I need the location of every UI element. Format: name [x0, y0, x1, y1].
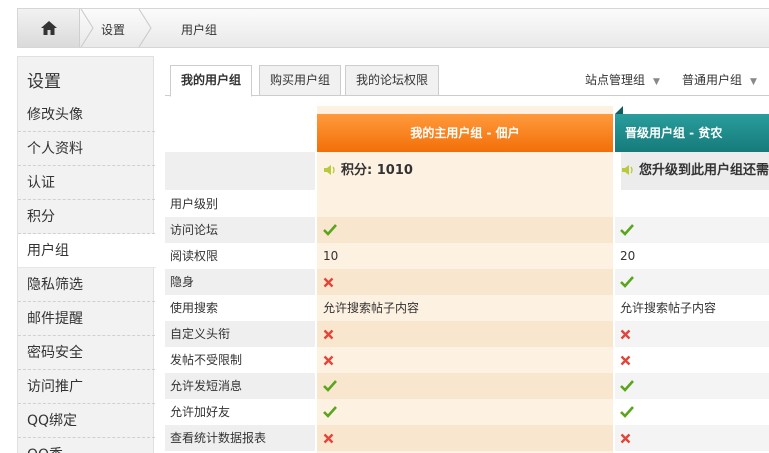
dropdown-label: 普通用户组: [682, 73, 743, 87]
main-group-value: [323, 321, 611, 347]
sidebar-item-qq-bind[interactable]: QQ绑定: [18, 404, 155, 438]
upgrade-group-value: [620, 217, 769, 243]
upgrade-group-header: 晋级用户组 - 贫农: [615, 114, 769, 152]
check-icon: [620, 224, 634, 236]
permission-label: 阅读权限: [170, 249, 219, 263]
upgrade-group-value: [620, 347, 769, 373]
check-icon: [323, 406, 337, 418]
chevron-down-icon: ▼: [750, 77, 757, 87]
upgrade-group-value: 允许搜索帖子内容: [620, 301, 717, 315]
main-group-value: [323, 425, 611, 451]
main-group-value: [323, 373, 611, 399]
check-icon: [323, 380, 337, 392]
sidebar-item-password[interactable]: 密码安全: [18, 336, 155, 370]
label-header-cell: [165, 152, 315, 190]
breadcrumb-settings-link[interactable]: 设置: [101, 21, 125, 38]
upgrade-group-requirement: 您升级到此用户组还需: [621, 152, 769, 190]
cross-icon: [323, 329, 334, 340]
main-group-value: 10: [323, 249, 339, 263]
main-group-value: [323, 399, 611, 425]
main-group-value: [323, 269, 611, 295]
sidebar-item-promotion[interactable]: 访问推广: [18, 370, 155, 404]
cross-icon: [323, 433, 334, 444]
permission-label: 使用搜索: [170, 301, 219, 315]
upgrade-group-value: [620, 399, 769, 425]
sidebar-item-credits[interactable]: 积分: [18, 200, 155, 234]
home-icon: [41, 21, 57, 35]
cross-icon: [323, 277, 334, 288]
main-group-value: [323, 347, 611, 373]
permission-label: 查看统计数据报表: [165, 425, 315, 451]
speaker-icon: [622, 165, 633, 175]
upgrade-group-value: [620, 269, 769, 295]
normal-user-group-dropdown[interactable]: 普通用户组 ▼: [682, 71, 757, 88]
sidebar-title: 设置: [27, 72, 61, 92]
upgrade-group-value: [620, 321, 769, 347]
dropdown-label: 站点管理组: [585, 73, 646, 87]
home-button[interactable]: [18, 9, 80, 47]
permission-label: 用户级别: [170, 197, 219, 211]
permission-label: 发帖不受限制: [170, 353, 243, 367]
cross-icon: [620, 355, 631, 366]
upgrade-group-value: [620, 191, 769, 217]
breadcrumb-separator: [80, 9, 94, 47]
check-icon: [620, 276, 634, 288]
score-text: 积分: 1010: [341, 163, 413, 178]
breadcrumb: 设置 用户组: [17, 8, 769, 48]
site-admin-group-dropdown[interactable]: 站点管理组 ▼: [585, 71, 660, 88]
upgrade-group-value: 20: [620, 249, 636, 263]
check-icon: [620, 406, 634, 418]
permission-label: 访问论坛: [165, 217, 315, 243]
breadcrumb-current: 用户组: [181, 23, 218, 37]
check-icon: [323, 224, 337, 236]
breadcrumb-separator: [138, 9, 152, 47]
requirement-text: 您升级到此用户组还需: [639, 163, 769, 178]
permission-label: 自定义头衔: [165, 321, 315, 347]
main-group-header: 我的主用户组 - 佃户: [317, 114, 613, 152]
permission-label: 隐身: [165, 269, 315, 295]
tab-my-usergroup[interactable]: 我的用户组: [170, 65, 253, 97]
check-icon: [620, 380, 634, 392]
tab-forum-permissions[interactable]: 我的论坛权限: [345, 65, 440, 96]
permission-label: 允许发短消息: [165, 373, 315, 399]
main-group-value: 允许搜索帖子内容: [323, 301, 420, 315]
sidebar-item-verify[interactable]: 认证: [18, 166, 155, 200]
cross-icon: [323, 355, 334, 366]
upgrade-group-value: [620, 373, 769, 399]
main-group-value: [323, 191, 611, 217]
tab-bar: 我的用户组 购买用户组 我的论坛权限 站点管理组 ▼ 普通用户组 ▼: [165, 61, 769, 97]
sidebar-item-qq-show[interactable]: QQ秀: [18, 438, 155, 453]
sidebar-item-profile[interactable]: 个人资料: [18, 132, 155, 166]
ribbon-fold: [615, 106, 623, 114]
upgrade-group-value: [620, 425, 769, 451]
tab-buy-usergroup[interactable]: 购买用户组: [259, 65, 342, 96]
sidebar-item-usergroup[interactable]: 用户组: [18, 234, 156, 268]
permission-label: 允许加好友: [170, 405, 231, 419]
cross-icon: [620, 329, 631, 340]
speaker-icon: [324, 165, 335, 175]
chevron-down-icon: ▼: [653, 77, 660, 87]
cross-icon: [620, 433, 631, 444]
sidebar-item-email[interactable]: 邮件提醒: [18, 302, 155, 336]
sidebar-item-privacy[interactable]: 隐私筛选: [18, 268, 155, 302]
main-group-value: [323, 217, 611, 243]
sidebar: 设置 修改头像 个人资料 认证 积分 用户组 隐私筛选 邮件提醒 密码安全 访问…: [17, 56, 156, 453]
sidebar-item-avatar[interactable]: 修改头像: [18, 98, 155, 132]
main-group-score: 积分: 1010: [323, 152, 611, 190]
